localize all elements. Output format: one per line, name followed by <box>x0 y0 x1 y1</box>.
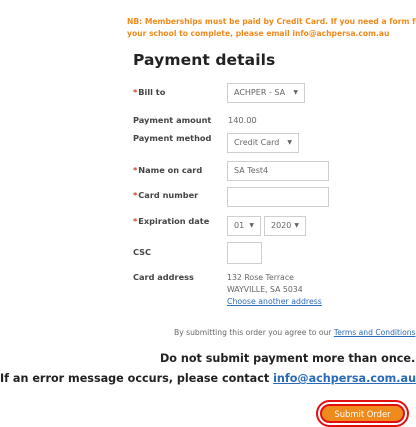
duplicate-payment-warning: Do not submit payment more than once. <box>160 352 416 365</box>
chevron-down-icon: ▼ <box>249 222 254 229</box>
membership-note: NB: Memberships must be paid by Credit C… <box>127 16 416 40</box>
card-address-line-2: WAYVILLE, SA 5034 <box>227 285 303 294</box>
error-contact-notice: If an error message occurs, please conta… <box>0 372 416 385</box>
membership-note-line-1: NB: Memberships must be paid by Credit C… <box>127 17 416 26</box>
name-on-card-label: *Name on card <box>133 165 203 175</box>
card-address-label: Card address <box>133 272 194 282</box>
name-on-card-input[interactable]: SA Test4 <box>227 161 329 181</box>
chevron-down-icon: ▼ <box>293 89 298 96</box>
chevron-down-icon: ▼ <box>294 222 299 229</box>
payment-amount-value: 140.00 <box>228 115 257 125</box>
card-address-line-1: 132 Rose Terrace <box>227 273 294 282</box>
card-number-label: *Card number <box>133 190 199 200</box>
card-number-input[interactable] <box>227 187 329 207</box>
csc-input[interactable] <box>227 242 262 264</box>
submit-order-button[interactable]: Submit Order <box>320 404 405 423</box>
payment-method-select[interactable]: Credit Card ▼ <box>227 133 299 153</box>
choose-another-address-link[interactable]: Choose another address <box>227 296 322 308</box>
terms-and-conditions-link[interactable]: Terms and Conditions <box>334 328 416 337</box>
payment-method-label: Payment method <box>133 133 212 143</box>
bill-to-label: *Bill to <box>133 87 166 97</box>
chevron-down-icon: ▼ <box>287 139 292 146</box>
membership-note-line-2: your school to complete, please email in… <box>127 29 390 38</box>
bill-to-select[interactable]: ACHPER - SA ▼ <box>227 83 305 103</box>
contact-email-link[interactable]: info@achpersa.com.au <box>273 372 416 385</box>
expiration-month-select[interactable]: 01 ▼ <box>227 216 261 236</box>
expiration-date-label: *Expiration date <box>133 216 210 226</box>
terms-notice: By submitting this order you agree to ou… <box>174 328 416 337</box>
card-address: 132 Rose Terrace WAYVILLE, SA 5034 Choos… <box>227 272 322 308</box>
expiration-year-select[interactable]: 2020 ▼ <box>264 216 306 236</box>
payment-amount-label: Payment amount <box>133 115 212 125</box>
page-title: Payment details <box>133 51 276 69</box>
csc-label: CSC <box>133 247 152 257</box>
